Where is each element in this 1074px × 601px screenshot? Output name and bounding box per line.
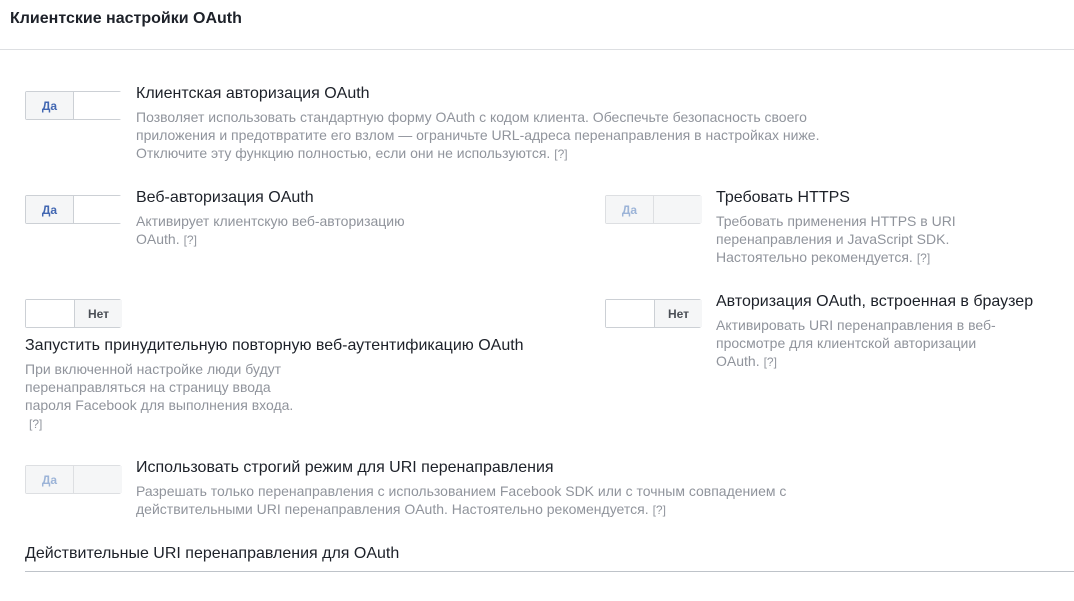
toggle-label: Нет xyxy=(74,300,122,327)
web-oauth-desc: Активирует клиентскую веб-авторизацию OA… xyxy=(136,213,405,247)
force-reauth-title: Запустить принудительную повторную веб-а… xyxy=(25,337,524,354)
client-oauth-toggle[interactable]: Да xyxy=(25,91,122,120)
help-icon[interactable]: [?] xyxy=(554,147,567,161)
help-icon[interactable]: [?] xyxy=(653,503,666,517)
force-reauth-desc: При включенной настройке люди будут пере… xyxy=(25,361,294,431)
require-https-title: Требовать HTTPS xyxy=(716,189,850,206)
redirect-uris-title: Действительные URI перенаправления для O… xyxy=(25,545,400,562)
toggle-label: Да xyxy=(26,466,74,493)
web-oauth-toggle[interactable]: Да xyxy=(25,195,122,224)
client-oauth-title: Клиентская авторизация OAuth xyxy=(136,85,370,102)
client-oauth-desc: Позволяет использовать стандартную форму… xyxy=(136,109,820,161)
help-icon[interactable]: [?] xyxy=(917,251,930,265)
require-https-toggle[interactable]: Да xyxy=(605,195,702,224)
strict-mode-desc: Разрешать только перенаправления с испол… xyxy=(136,483,787,517)
strict-mode-toggle[interactable]: Да xyxy=(25,465,122,494)
toggle-label: Да xyxy=(26,196,74,223)
toggle-label: Нет xyxy=(654,300,702,327)
web-oauth-title: Веб-авторизация OAuth xyxy=(136,189,314,206)
help-icon[interactable]: [?] xyxy=(764,355,777,369)
toggle-label: Да xyxy=(26,92,74,119)
page-title: Клиентские настройки OAuth xyxy=(10,10,242,27)
toggle-label: Да xyxy=(606,196,654,223)
help-icon[interactable]: [?] xyxy=(184,233,197,247)
embedded-browser-title: Авторизация OAuth, встроенная в браузер xyxy=(716,293,1034,310)
require-https-desc: Требовать применения HTTPS в URI перенап… xyxy=(716,213,956,265)
force-reauth-toggle[interactable]: Нет xyxy=(25,299,122,328)
redirect-uris-input[interactable] xyxy=(25,571,1074,601)
embedded-browser-desc: Активировать URI перенаправления в веб- … xyxy=(716,317,996,369)
help-icon[interactable]: [?] xyxy=(29,417,42,431)
embedded-browser-toggle[interactable]: Нет xyxy=(605,299,702,328)
settings-header: Клиентские настройки OAuth xyxy=(0,0,1074,50)
strict-mode-title: Использовать строгий режим для URI перен… xyxy=(136,459,554,476)
